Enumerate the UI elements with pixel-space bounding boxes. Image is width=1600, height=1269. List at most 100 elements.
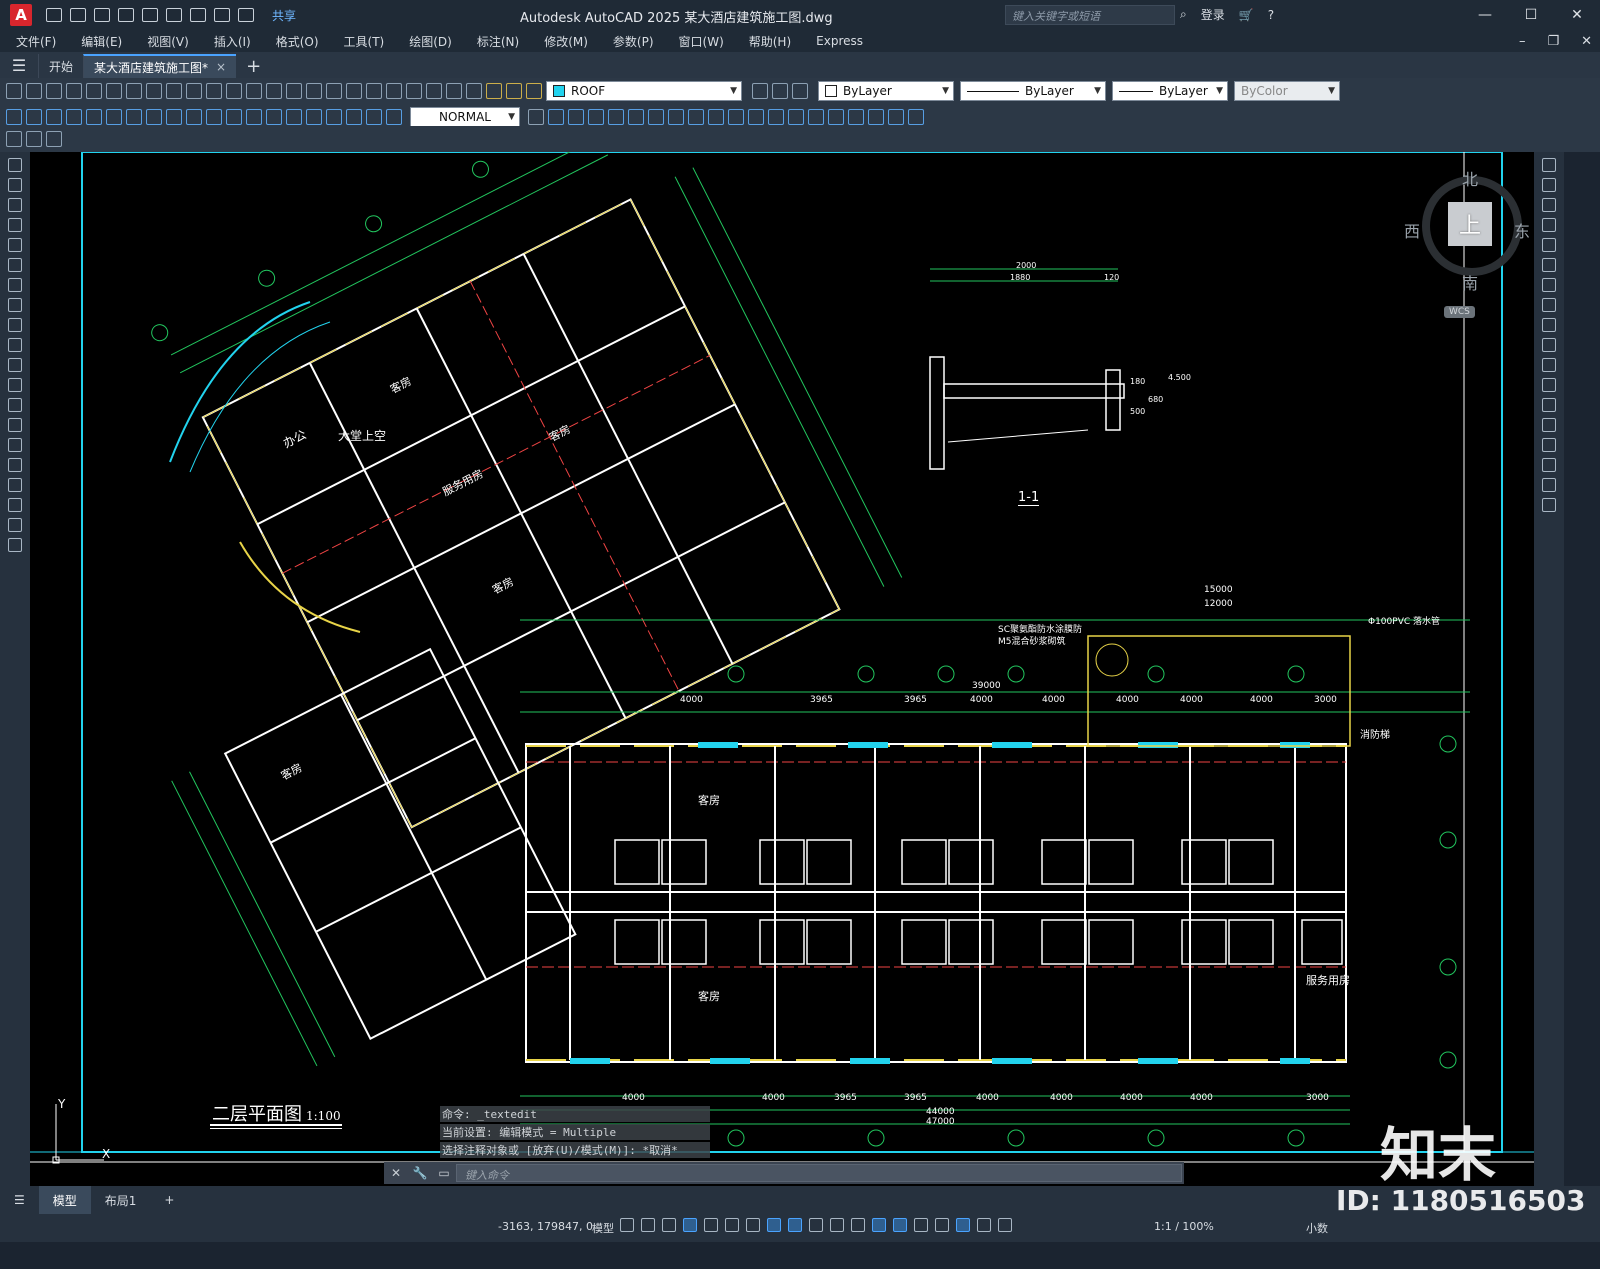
calculator-icon[interactable] [426,83,442,99]
shell-icon[interactable] [848,109,864,125]
new-icon[interactable] [46,8,62,22]
polyline-icon[interactable] [8,198,22,212]
imprint-icon[interactable] [888,109,904,125]
add-selected-icon[interactable] [8,538,22,552]
tab-drawing[interactable]: 某大酒店建筑施工图* × [83,54,237,78]
markup-icon[interactable] [406,83,422,99]
selection-filter-icon[interactable] [914,1218,928,1232]
paste-icon[interactable] [146,83,162,99]
union-icon[interactable] [708,109,724,125]
undo-icon[interactable] [206,83,222,99]
annotation-visibility-icon[interactable] [956,1218,970,1232]
auto-scale-icon[interactable] [977,1218,991,1232]
menu-hamburger-icon[interactable]: ☰ [0,52,38,78]
layer-previous-icon[interactable] [772,83,788,99]
object-snap-icon[interactable] [788,1218,802,1232]
ortho-icon[interactable] [704,1218,718,1232]
save-icon[interactable] [94,8,110,22]
region-icon[interactable] [8,478,22,492]
circle-icon[interactable] [8,278,22,292]
command-input[interactable]: 键入命令 [456,1164,1182,1182]
intersect-icon[interactable] [748,109,764,125]
menu-view[interactable]: 视图(V) [147,33,189,50]
slice-icon[interactable] [768,109,784,125]
annotation-scale-icon[interactable] [998,1218,1012,1232]
viewcube-east[interactable]: 东 [1514,218,1530,242]
plot-icon[interactable] [190,8,206,22]
coordinates-readout[interactable]: -3163, 179847, 0 [498,1220,593,1233]
annotation-scale[interactable]: 1:1 / 100% [1154,1220,1214,1233]
solid-sphere-icon[interactable] [608,109,624,125]
blend-icon[interactable] [1542,478,1556,492]
extrude-icon[interactable] [668,109,684,125]
isodraft-icon[interactable] [746,1218,760,1232]
move-icon[interactable] [1542,258,1556,272]
subtract-icon[interactable] [728,109,744,125]
designcenter-icon[interactable] [346,83,362,99]
solid-cone-icon[interactable] [588,109,604,125]
snap-icon[interactable] [641,1218,655,1232]
menu-file[interactable]: 文件(F) [16,33,56,50]
viewcube-south[interactable]: 南 [1462,270,1478,294]
layer-freeze-icon[interactable] [506,83,522,99]
linetype-dropdown[interactable]: ByLayer ▼ [960,81,1106,101]
print-stack-icon[interactable] [46,131,62,147]
layer-properties-icon[interactable] [466,83,482,99]
open-icon[interactable] [70,8,86,22]
tab-model[interactable]: 模型 [38,1186,91,1214]
share-button[interactable]: 共享 [272,7,296,24]
plotstyle-dropdown[interactable]: ByColor ▼ [1234,81,1340,101]
zoom-realtime-icon[interactable] [266,83,282,99]
minimize-button[interactable]: — [1462,0,1508,30]
redo-icon[interactable] [226,83,242,99]
mirror-icon[interactable] [1542,198,1556,212]
autocad-logo[interactable]: A [10,4,32,26]
inspect-icon[interactable] [306,109,322,125]
viewcube[interactable]: 上 北 南 西 东 WCS [1404,166,1530,326]
menu-dimension[interactable]: 标注(N) [477,33,519,50]
break-point-icon[interactable] [1542,378,1556,392]
open-web-icon[interactable] [142,8,158,22]
join-icon[interactable] [1542,418,1556,432]
dim-arclength-icon[interactable] [46,109,62,125]
solid-torus-icon[interactable] [648,109,664,125]
dim-space-icon[interactable] [226,109,242,125]
construction-line-icon[interactable] [8,178,22,192]
hatch-icon[interactable] [8,438,22,452]
saveas-icon[interactable] [118,8,134,22]
dim-update-icon[interactable] [386,109,402,125]
menu-insert[interactable]: 插入(I) [214,33,251,50]
dim-continue-icon[interactable] [206,109,222,125]
wcs-menu[interactable]: WCS [1444,306,1475,318]
array-icon[interactable] [1542,238,1556,252]
pan-icon[interactable] [246,83,262,99]
copy-object-icon[interactable] [1542,178,1556,192]
solid-cylinder-icon[interactable] [628,109,644,125]
sheetset-icon[interactable] [386,83,402,99]
open-icon[interactable] [26,83,42,99]
arc-icon[interactable] [8,258,22,272]
copy-icon[interactable] [126,83,142,99]
quick-dim-icon[interactable] [166,109,182,125]
layer-dropdown[interactable]: ROOF ▼ [546,81,742,101]
gradient-icon[interactable] [8,458,22,472]
break-icon[interactable] [1542,398,1556,412]
dim-diameter-icon[interactable] [126,109,142,125]
dim-break-icon[interactable] [246,109,262,125]
revolve-icon[interactable] [688,109,704,125]
properties-icon[interactable] [326,83,342,99]
chamfer-icon[interactable] [1542,438,1556,452]
point-icon[interactable] [8,418,22,432]
ellipse-arc-icon[interactable] [8,358,22,372]
qnew-icon[interactable] [6,83,22,99]
dim-edit-icon[interactable] [346,109,362,125]
clean-icon[interactable] [908,109,924,125]
polygon-icon[interactable] [8,218,22,232]
zoom-previous-icon[interactable] [306,83,322,99]
dynamic-input-icon[interactable] [683,1218,697,1232]
zoom-window-icon[interactable] [286,83,302,99]
dim-angular-icon[interactable] [146,109,162,125]
section-icon[interactable] [788,109,804,125]
object-snap-tracking-icon[interactable] [767,1218,781,1232]
extend-icon[interactable] [1542,358,1556,372]
